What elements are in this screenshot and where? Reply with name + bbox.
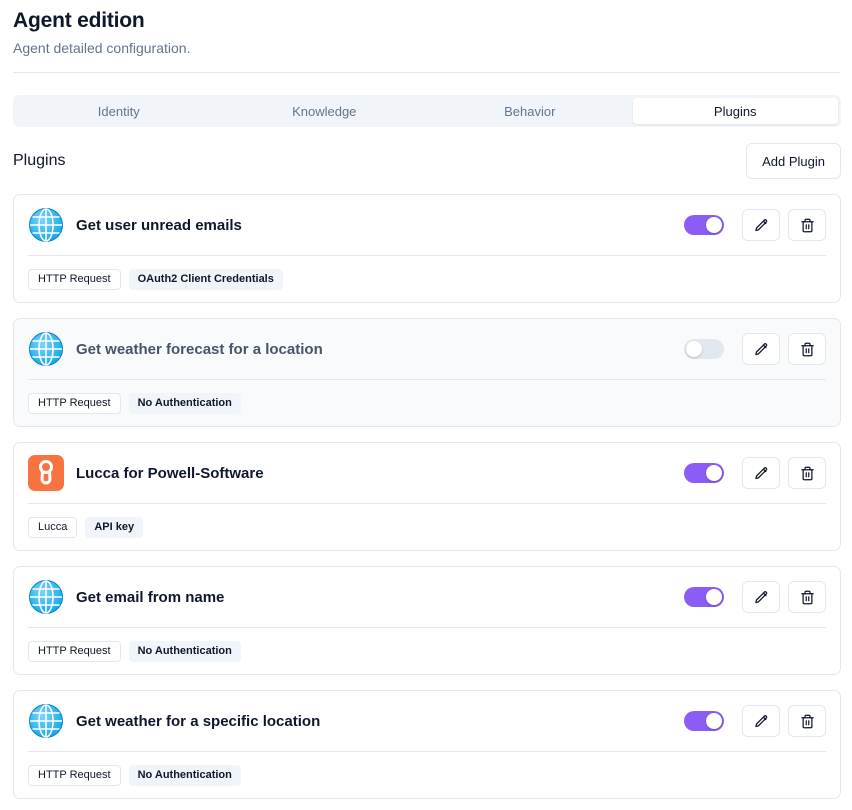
edit-plugin-button[interactable] — [742, 209, 780, 241]
trash-icon — [800, 342, 815, 357]
plugin-type-tag: HTTP Request — [28, 392, 121, 414]
globe-icon — [28, 207, 64, 243]
plugin-card-header: Get weather for a specific location — [28, 691, 826, 752]
plugin-enabled-toggle[interactable] — [684, 711, 724, 731]
pencil-icon — [754, 342, 769, 357]
plugins-section-header: Plugins Add Plugin — [13, 143, 841, 179]
plugin-name: Get email from name — [76, 588, 225, 606]
plugin-auth-tag: OAuth2 Client Credentials — [128, 268, 283, 290]
globe-icon — [28, 579, 64, 615]
plugin-tags: HTTP Request No Authentication — [28, 628, 826, 674]
plugin-list: Get user unread emails HTTP Request OAuth… — [13, 194, 841, 799]
edit-plugin-button[interactable] — [742, 333, 780, 365]
plugin-auth-tag: API key — [85, 516, 144, 538]
globe-icon — [28, 331, 64, 367]
delete-plugin-button[interactable] — [788, 333, 826, 365]
toggle-knob — [706, 589, 722, 605]
delete-plugin-button[interactable] — [788, 209, 826, 241]
edit-plugin-button[interactable] — [742, 581, 780, 613]
plugin-tags: HTTP Request No Authentication — [28, 380, 826, 426]
plugin-card-header: Get user unread emails — [28, 195, 826, 256]
tab-identity[interactable]: Identity — [16, 98, 222, 124]
plugin-type-tag: HTTP Request — [28, 640, 121, 662]
page-title: Agent edition — [13, 9, 145, 32]
delete-plugin-button[interactable] — [788, 457, 826, 489]
agent-edition-page: Agent edition Agent detailed configurati… — [0, 0, 852, 810]
edit-plugin-button[interactable] — [742, 705, 780, 737]
plugin-auth-tag: No Authentication — [128, 640, 241, 662]
plugin-tags: HTTP Request OAuth2 Client Credentials — [28, 256, 826, 302]
plugin-enabled-toggle[interactable] — [684, 339, 724, 359]
plugin-name: Get weather forecast for a location — [76, 340, 323, 358]
plugin-type-tag: Lucca — [28, 516, 78, 538]
toggle-knob — [706, 465, 722, 481]
header-divider — [13, 72, 840, 73]
tab-plugins[interactable]: Plugins — [632, 98, 838, 124]
pencil-icon — [754, 466, 769, 481]
plugin-card-header: Lucca for Powell-Software — [28, 443, 826, 504]
plugin-name: Get weather for a specific location — [76, 712, 321, 730]
plugin-card: Get user unread emails HTTP Request OAuth… — [13, 194, 841, 303]
tab-bar: Identity Knowledge Behavior Plugins — [13, 95, 841, 127]
delete-plugin-button[interactable] — [788, 705, 826, 737]
plugin-card: Get weather for a specific location HTTP… — [13, 690, 841, 799]
plugin-enabled-toggle[interactable] — [684, 215, 724, 235]
page-header: Agent edition Agent detailed configurati… — [13, 0, 839, 57]
pencil-icon — [754, 590, 769, 605]
trash-icon — [800, 218, 815, 233]
plugin-card-header: Get email from name — [28, 567, 826, 628]
page-subtitle: Agent detailed configuration. — [13, 40, 191, 56]
lucca-logo-icon — [28, 455, 64, 491]
plugin-card-header: Get weather forecast for a location — [28, 319, 826, 380]
tab-behavior[interactable]: Behavior — [427, 98, 633, 124]
add-plugin-button[interactable]: Add Plugin — [746, 143, 841, 179]
tab-knowledge[interactable]: Knowledge — [222, 98, 428, 124]
plugin-name: Lucca for Powell-Software — [76, 464, 264, 482]
pencil-icon — [754, 218, 769, 233]
delete-plugin-button[interactable] — [788, 581, 826, 613]
plugin-name: Get user unread emails — [76, 216, 242, 234]
plugin-card: Get weather forecast for a location HTTP… — [13, 318, 841, 427]
plugin-enabled-toggle[interactable] — [684, 463, 724, 483]
toggle-knob — [686, 341, 702, 357]
trash-icon — [800, 466, 815, 481]
trash-icon — [800, 714, 815, 729]
plugins-section-title: Plugins — [13, 152, 66, 169]
plugin-type-tag: HTTP Request — [28, 268, 121, 290]
plugin-auth-tag: No Authentication — [128, 764, 241, 786]
plugin-card: Get email from name HTTP Request No Authe… — [13, 566, 841, 675]
plugin-enabled-toggle[interactable] — [684, 587, 724, 607]
toggle-knob — [706, 713, 722, 729]
plugin-card: Lucca for Powell-Software Lucca API key — [13, 442, 841, 551]
toggle-knob — [706, 217, 722, 233]
edit-plugin-button[interactable] — [742, 457, 780, 489]
globe-icon — [28, 703, 64, 739]
plugin-auth-tag: No Authentication — [128, 392, 241, 414]
pencil-icon — [754, 714, 769, 729]
plugin-type-tag: HTTP Request — [28, 764, 121, 786]
plugin-tags: HTTP Request No Authentication — [28, 752, 826, 798]
trash-icon — [800, 590, 815, 605]
plugin-tags: Lucca API key — [28, 504, 826, 550]
